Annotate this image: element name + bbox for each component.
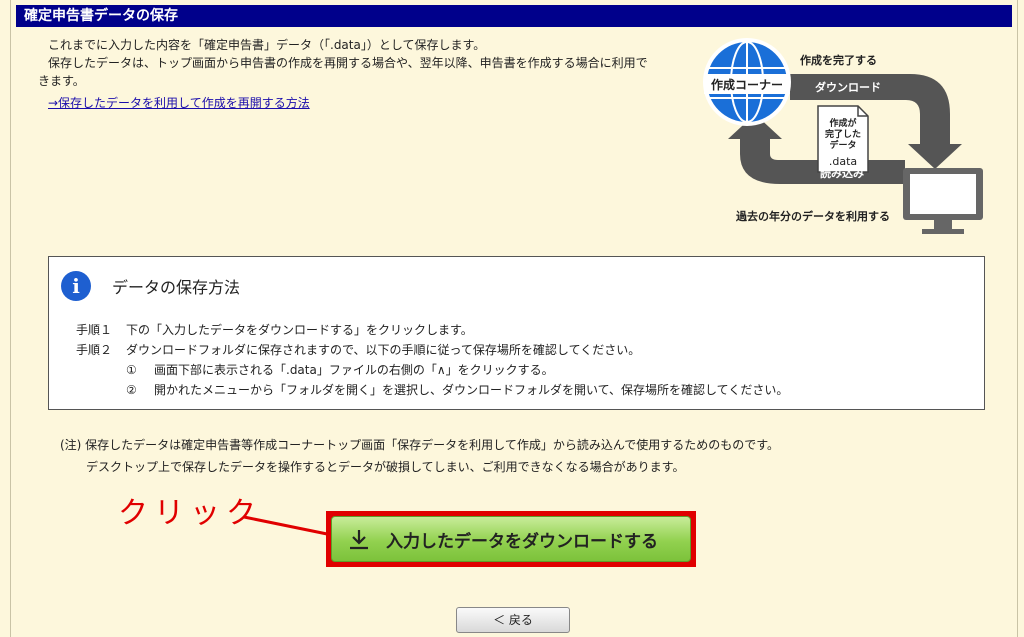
download-button-label: 入力したデータをダウンロードする <box>386 531 658 552</box>
past-data-label: 過去の年分のデータを利用する <box>735 209 890 223</box>
intro-text: これまでに入力した内容を「確定申告書」データ（「.data」）として保存します。 <box>48 38 486 52</box>
step-item: 手順２ ダウンロードフォルダに保存されますので、以下の手順に従って保存場所を確認… <box>76 343 641 357</box>
save-flow-diagram: 作成コーナー 作成を完了する ダウンロード 作成が 完了した データ .data… <box>703 38 983 234</box>
step-item: 手順１ 下の「入力したデータをダウンロードする」をクリックします。 <box>76 323 473 337</box>
page-title: 確定申告書データの保存 <box>16 5 1012 27</box>
globe-label: 作成コーナー <box>711 77 783 92</box>
download-label: ダウンロード <box>815 80 881 94</box>
complete-label: 作成を完了する <box>800 53 877 67</box>
download-icon <box>350 530 368 550</box>
doc-line: 完了した <box>825 128 861 140</box>
download-data-button[interactable]: 入力したデータをダウンロードする <box>326 511 696 567</box>
save-method-box: i データの保存方法 手順１ 下の「入力したデータをダウンロードする」をクリック… <box>48 256 985 410</box>
read-label: 読み込み <box>820 166 864 180</box>
substep-item: ② 開かれたメニューから「フォルダを開く」を選択し、ダウンロードフォルダを開いて… <box>126 383 789 397</box>
doc-line: 作成が <box>829 117 857 129</box>
info-title: データの保存方法 <box>112 278 241 297</box>
doc-line: データ <box>829 139 856 151</box>
intro-text: きます。 <box>38 74 85 88</box>
back-button[interactable]: ＜ 戻る <box>456 607 570 633</box>
intro-section: これまでに入力した内容を「確定申告書」データ（「.data」）として保存します。… <box>38 37 698 111</box>
resume-method-link[interactable]: →保存したデータを利用して作成を再開する方法 <box>48 95 310 111</box>
intro-text: 保存したデータは、トップ画面から申告書の作成を再開する場合や、翌年以降、申告書を… <box>48 56 648 70</box>
step-list: 手順１ 下の「入力したデータをダウンロードする」をクリックします。 手順２ ダウ… <box>76 320 788 400</box>
info-icon: i <box>61 271 91 301</box>
substep-item: ① 画面下部に表示される「.data」ファイルの右側の「∧」をクリックする。 <box>126 363 554 377</box>
caution-note: (注) 保存したデータは確定申告書等作成コーナートップ画面「保存データを利用して… <box>60 438 780 474</box>
